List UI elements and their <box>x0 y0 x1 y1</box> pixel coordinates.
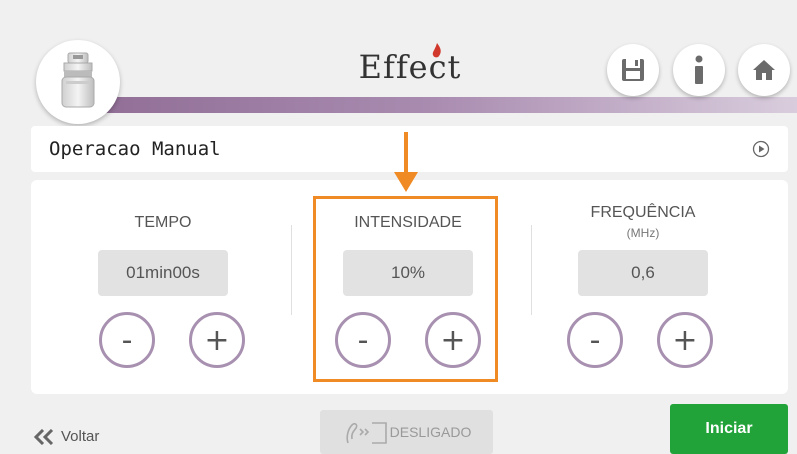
mode-label: Operacao Manual <box>49 138 221 160</box>
device-button[interactable] <box>36 40 120 124</box>
flame-icon <box>432 43 441 58</box>
start-button[interactable]: Iniciar <box>670 404 788 454</box>
header-accent-bar <box>60 97 797 113</box>
column-divider <box>291 225 292 315</box>
intensidade-highlight-box <box>313 196 498 382</box>
frequencia-minus-button[interactable]: - <box>567 312 623 368</box>
frequencia-unit: (MHz) <box>626 226 660 240</box>
tempo-title: TEMPO <box>134 214 192 231</box>
save-icon <box>622 59 644 81</box>
brand-logo: Effect <box>340 42 480 92</box>
double-chevron-left-icon <box>34 428 54 445</box>
frequencia-title: FREQUÊNCIA <box>590 204 696 221</box>
ultrasound-probe-icon <box>61 52 95 108</box>
transducer-output-icon <box>346 422 387 444</box>
tempo-plus-button[interactable]: + <box>189 312 245 368</box>
brand-logo-text: Effect <box>358 48 462 86</box>
back-button[interactable]: Voltar <box>34 428 99 445</box>
tempo-column: TEMPO 01min00s - + <box>63 180 263 394</box>
back-label: Voltar <box>61 428 100 445</box>
info-button[interactable] <box>673 44 725 96</box>
frequencia-value: 0,6 <box>578 250 708 296</box>
info-icon <box>695 55 703 84</box>
frequencia-column: FREQUÊNCIA (MHz) 0,6 - + <box>543 180 743 394</box>
home-icon <box>753 60 775 80</box>
output-status-label: DESLIGADO <box>389 424 472 440</box>
save-button[interactable] <box>607 44 659 96</box>
down-arrow-icon <box>394 132 418 192</box>
home-button[interactable] <box>738 44 790 96</box>
output-status-button[interactable]: DESLIGADO <box>320 410 493 454</box>
tempo-value: 01min00s <box>98 250 228 296</box>
frequencia-plus-button[interactable]: + <box>657 312 713 368</box>
header: Effect <box>0 0 797 124</box>
play-circle-icon[interactable] <box>752 140 770 158</box>
column-divider <box>531 225 532 315</box>
tempo-minus-button[interactable]: - <box>99 312 155 368</box>
